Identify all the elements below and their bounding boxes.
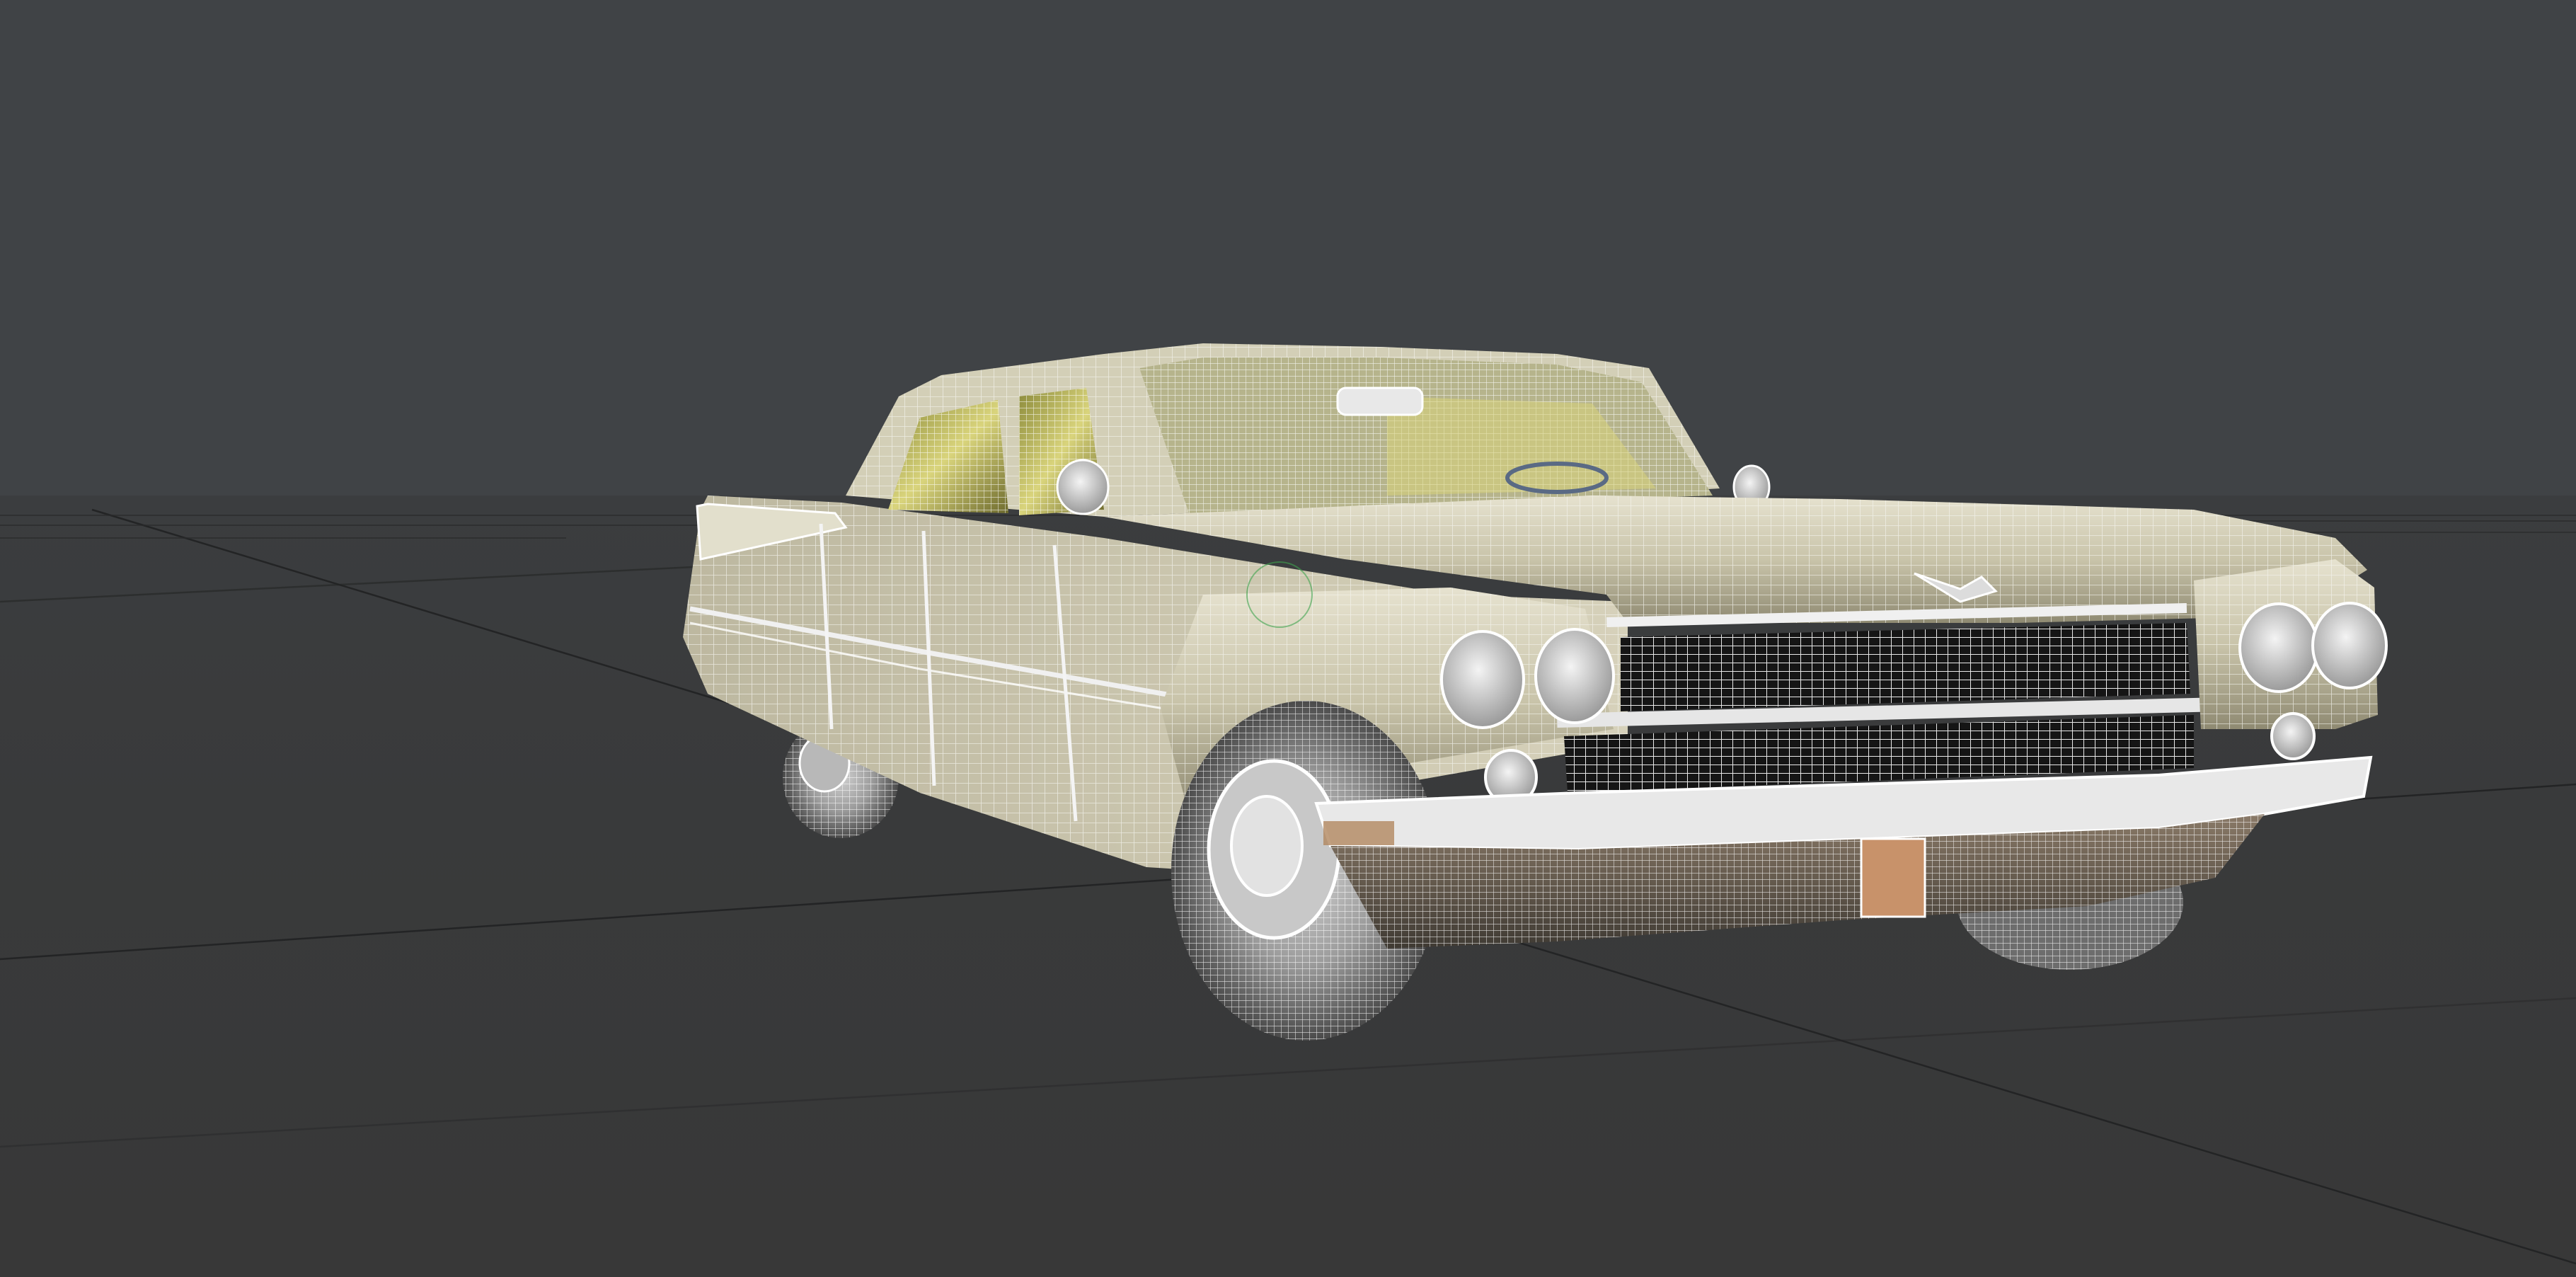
car-model[interactable] [683,343,2388,1041]
front-grille-upper [1621,623,2190,711]
rear-view-mirror [1336,386,1424,416]
turn-signal-lamp [1860,837,1926,918]
3d-viewport[interactable] [0,0,2576,1277]
turn-signal-lamp-left [1323,821,1394,845]
fog-lamp-right [2270,712,2316,760]
scene-canvas[interactable] [0,0,2576,1277]
side-mirror-left [1056,459,1110,515]
